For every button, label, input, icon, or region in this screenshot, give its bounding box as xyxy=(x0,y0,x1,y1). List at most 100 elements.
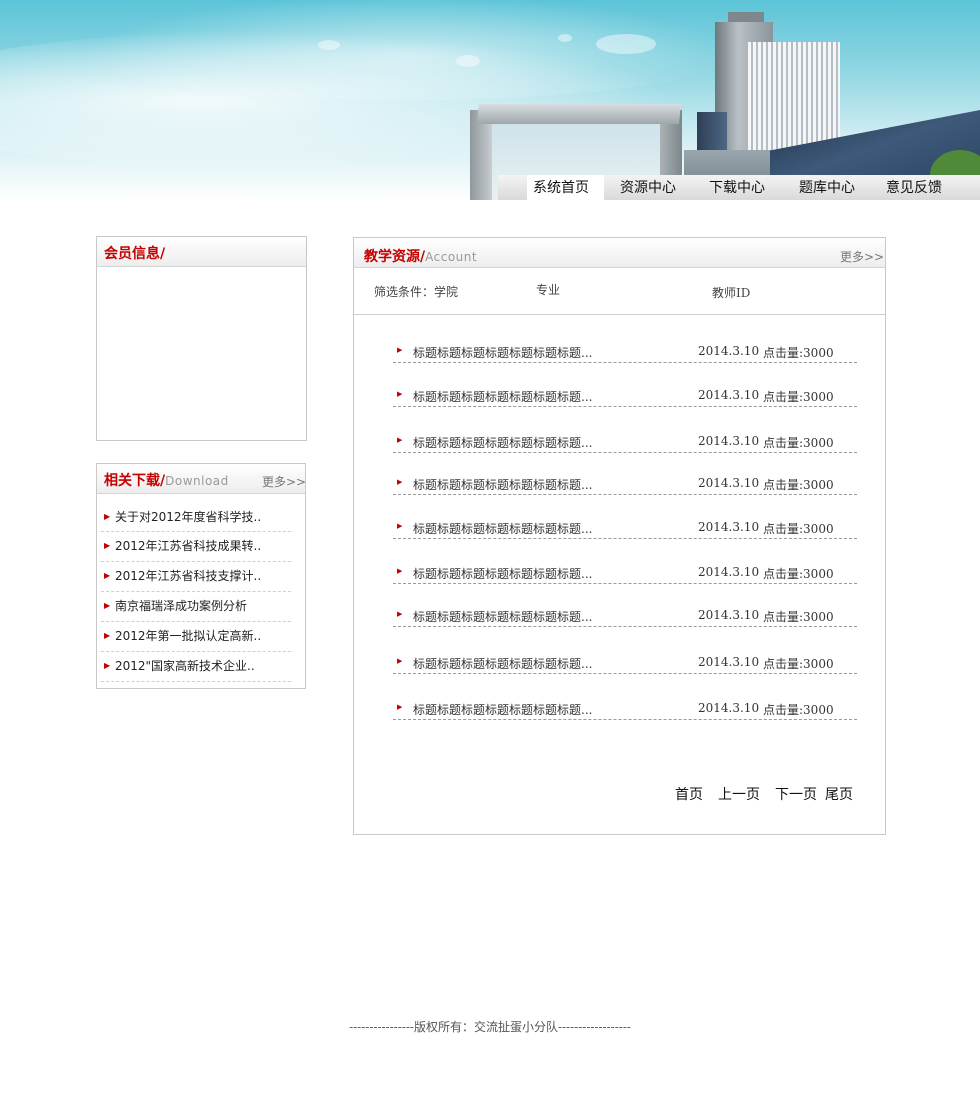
red-triangle-bullet-icon: ▶ xyxy=(104,512,111,521)
pager-first[interactable]: 首页 xyxy=(675,784,703,804)
red-triangle-bullet-icon: ▶ xyxy=(397,657,403,665)
pager-next[interactable]: 下一页 xyxy=(775,784,817,804)
table-row[interactable]: ▶ 标题标题标题标题标题标题标题... 2014.3.10 点击量:3000 xyxy=(393,599,857,627)
red-triangle-bullet-icon: ▶ xyxy=(397,567,403,575)
download-link[interactable]: 2012年第一批拟认定高新.. xyxy=(115,629,261,643)
resource-date: 2014.3.10 xyxy=(698,434,760,448)
red-triangle-bullet-icon: ▶ xyxy=(397,522,403,530)
red-triangle-bullet-icon: ▶ xyxy=(104,541,111,550)
resource-title-link[interactable]: 标题标题标题标题标题标题标题... xyxy=(413,565,592,582)
downloads-list: ▶ 关于对2012年度省科学技.. ▶ 2012年江苏省科技成果转.. ▶ 2012年… xyxy=(101,504,291,682)
red-triangle-bullet-icon: ▶ xyxy=(397,390,403,398)
list-item[interactable]: ▶ 2012年江苏省科技支撑计.. xyxy=(101,562,291,592)
resource-hits: 点击量:3000 xyxy=(763,567,834,581)
red-triangle-bullet-icon: ▶ xyxy=(104,661,111,670)
resource-title-link[interactable]: 标题标题标题标题标题标题标题... xyxy=(413,434,592,451)
list-item[interactable]: ▶ 关于对2012年度省科学技.. xyxy=(101,504,291,532)
nav-item-question-bank[interactable]: 题库中心 xyxy=(799,175,855,200)
table-row[interactable]: ▶ 标题标题标题标题标题标题标题... 2014.3.10 点击量:3000 xyxy=(393,467,857,495)
resource-date: 2014.3.10 xyxy=(698,608,760,622)
list-item[interactable]: ▶ 2012"国家高新技术企业.. xyxy=(101,652,291,682)
resource-hits: 点击量:3000 xyxy=(763,703,834,717)
list-item[interactable]: ▶ 2012年第一批拟认定高新.. xyxy=(101,622,291,652)
nav-item-resources[interactable]: 资源中心 xyxy=(620,175,676,200)
resource-date: 2014.3.10 xyxy=(698,388,760,402)
downloads-title-cn: 相关下载/ xyxy=(104,473,166,489)
resource-date: 2014.3.10 xyxy=(698,565,760,579)
resource-hits: 点击量:3000 xyxy=(763,478,834,492)
filter-bar: 筛选条件：学院 专业 教师ID xyxy=(354,269,885,315)
header-banner: 系统首页 资源中心 下载中心 题库中心 意见反馈 xyxy=(0,0,980,200)
resource-title-link[interactable]: 标题标题标题标题标题标题标题... xyxy=(413,608,592,625)
resource-title-link[interactable]: 标题标题标题标题标题标题标题... xyxy=(413,344,592,361)
table-row[interactable]: ▶ 标题标题标题标题标题标题标题... 2014.3.10 点击量:3000 xyxy=(393,556,857,584)
resource-title-link[interactable]: 标题标题标题标题标题标题标题... xyxy=(413,476,592,493)
panel-header: 教学资源/Account 更多>> xyxy=(354,238,885,268)
banner-bubble xyxy=(558,34,572,42)
resource-date: 2014.3.10 xyxy=(698,520,760,534)
resource-hits: 点击量:3000 xyxy=(763,522,834,536)
downloads-title-en: Download xyxy=(165,474,229,488)
downloads-more-link[interactable]: 更多>> xyxy=(262,473,306,490)
teaching-resources-panel: 教学资源/Account 更多>> 筛选条件：学院 专业 教师ID ▶ 标题标题… xyxy=(353,237,886,835)
related-downloads-panel: 相关下载/Download 更多>> ▶ 关于对2012年度省科学技.. ▶ 201… xyxy=(96,463,306,689)
resource-title-link[interactable]: 标题标题标题标题标题标题标题... xyxy=(413,655,592,672)
resources-title-en: Account xyxy=(425,250,478,264)
download-link[interactable]: 关于对2012年度省科学技.. xyxy=(115,510,261,524)
download-link[interactable]: 2012年江苏省科技支撑计.. xyxy=(115,569,261,583)
download-link[interactable]: 2012年江苏省科技成果转.. xyxy=(115,539,261,553)
banner-building xyxy=(476,104,682,124)
red-triangle-bullet-icon: ▶ xyxy=(397,610,403,618)
red-triangle-bullet-icon: ▶ xyxy=(397,436,403,444)
red-triangle-bullet-icon: ▶ xyxy=(397,478,403,486)
download-link[interactable]: 2012"国家高新技术企业.. xyxy=(115,659,255,673)
filter-college[interactable]: 筛选条件：学院 xyxy=(374,283,458,300)
filter-major[interactable]: 专业 xyxy=(536,281,560,298)
table-row[interactable]: ▶ 标题标题标题标题标题标题标题... 2014.3.10 点击量:3000 xyxy=(393,511,857,539)
resource-title-link[interactable]: 标题标题标题标题标题标题标题... xyxy=(413,701,592,718)
table-row[interactable]: ▶ 标题标题标题标题标题标题标题... 2014.3.10 点击量:3000 xyxy=(393,425,857,453)
list-item[interactable]: ▶ 南京福瑞泽成功案例分析 xyxy=(101,592,291,622)
resource-title-link[interactable]: 标题标题标题标题标题标题标题... xyxy=(413,520,592,537)
filter-teacher-id[interactable]: 教师ID xyxy=(712,284,750,301)
panel-header: 相关下载/Download 更多>> xyxy=(97,464,306,494)
resource-title-link[interactable]: 标题标题标题标题标题标题标题... xyxy=(413,388,592,405)
main-nav: 系统首页 资源中心 下载中心 题库中心 意见反馈 xyxy=(498,175,980,200)
table-row[interactable]: ▶ 标题标题标题标题标题标题标题... 2014.3.10 点击量:3000 xyxy=(393,379,857,407)
resources-title-cn: 教学资源/ xyxy=(364,249,426,265)
pager-last[interactable]: 尾页 xyxy=(825,784,853,804)
red-triangle-bullet-icon: ▶ xyxy=(104,631,111,640)
table-row[interactable]: ▶ 标题标题标题标题标题标题标题... 2014.3.10 点击量:3000 xyxy=(393,692,857,720)
resource-hits: 点击量:3000 xyxy=(763,390,834,404)
resource-hits: 点击量:3000 xyxy=(763,346,834,360)
resource-date: 2014.3.10 xyxy=(698,344,760,358)
banner-bubble xyxy=(456,55,480,67)
member-info-panel: 会员信息/ xyxy=(96,236,307,441)
download-link[interactable]: 南京福瑞泽成功案例分析 xyxy=(115,599,247,613)
banner-bubble xyxy=(596,34,656,54)
resource-hits: 点击量:3000 xyxy=(763,657,834,671)
nav-item-downloads[interactable]: 下载中心 xyxy=(709,175,765,200)
nav-item-feedback[interactable]: 意见反馈 xyxy=(886,175,942,200)
resource-date: 2014.3.10 xyxy=(698,655,760,669)
nav-item-home[interactable]: 系统首页 xyxy=(527,175,604,200)
red-triangle-bullet-icon: ▶ xyxy=(104,601,111,610)
member-info-title: 会员信息/ xyxy=(104,246,166,262)
red-triangle-bullet-icon: ▶ xyxy=(397,346,403,354)
panel-header: 会员信息/ xyxy=(97,237,306,267)
pager-prev[interactable]: 上一页 xyxy=(718,784,760,804)
footer-copyright: ----------------版权所有：交流扯蛋小分队------------… xyxy=(349,1020,631,1034)
downloads-title: 相关下载/Download xyxy=(104,470,229,490)
red-triangle-bullet-icon: ▶ xyxy=(397,703,403,711)
resources-more-link[interactable]: 更多>> xyxy=(840,248,884,265)
table-row[interactable]: ▶ 标题标题标题标题标题标题标题... 2014.3.10 点击量:3000 xyxy=(393,646,857,674)
list-item[interactable]: ▶ 2012年江苏省科技成果转.. xyxy=(101,532,291,562)
banner-bubble xyxy=(318,40,340,50)
resource-hits: 点击量:3000 xyxy=(763,610,834,624)
red-triangle-bullet-icon: ▶ xyxy=(104,571,111,580)
resources-title: 教学资源/Account xyxy=(364,246,477,266)
resource-hits: 点击量:3000 xyxy=(763,436,834,450)
resource-date: 2014.3.10 xyxy=(698,476,760,490)
resource-date: 2014.3.10 xyxy=(698,701,760,715)
table-row[interactable]: ▶ 标题标题标题标题标题标题标题... 2014.3.10 点击量:3000 xyxy=(393,335,857,363)
